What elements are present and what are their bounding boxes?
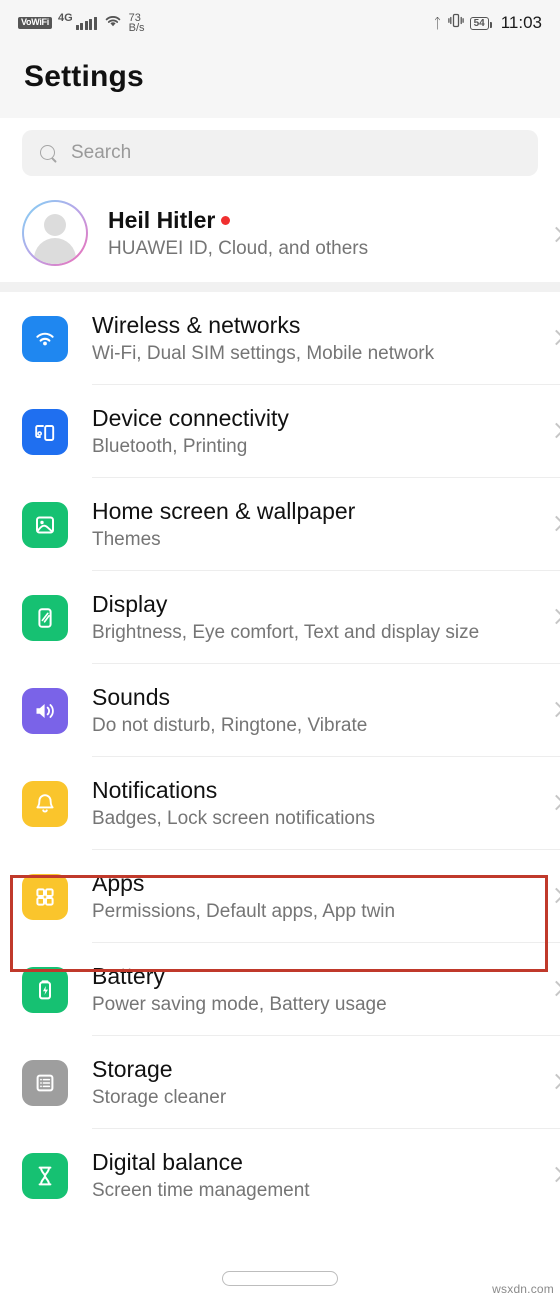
list-item-subtitle: Wi-Fi, Dual SIM settings, Mobile network [92, 342, 435, 364]
vowifi-icon: VoWiFi [18, 17, 52, 29]
list-item[interactable]: Notifications Badges, Lock screen notific… [0, 757, 560, 850]
list-item-subtitle: Power saving mode, Battery usage [92, 993, 387, 1015]
wifi-icon [22, 315, 68, 362]
speaker-icon [22, 687, 68, 734]
list-item-title: Wireless & networks [92, 311, 301, 338]
settings-screen: VoWiFi 4G 73 B/s ᛏ 54 11:03 Settings Sea… [0, 0, 560, 1300]
data-speed-unit: B/s [128, 22, 145, 34]
list-item-body: Sounds Do not disturb, Ringtone, Vibrate [92, 664, 560, 757]
list-item-title: Device connectivity [92, 404, 289, 431]
list-item-body: Storage Storage cleaner [92, 1036, 560, 1129]
battery-icon: 54 [469, 16, 492, 30]
vibrate-icon [447, 13, 464, 33]
list-item[interactable]: Device connectivity Bluetooth, Printing [0, 385, 560, 478]
list-item-subtitle: Screen time management [92, 1180, 310, 1201]
list-item[interactable]: Sounds Do not disturb, Ringtone, Vibrate [0, 664, 560, 757]
header: Settings [0, 46, 560, 118]
list-item-subtitle: Permissions, Default apps, App twin [92, 900, 396, 922]
list-item-body: Digital balance Screen time management [92, 1129, 560, 1222]
list-item-body: Home screen & wallpaper Themes [92, 478, 560, 571]
search-input[interactable]: Search [22, 130, 538, 176]
list-item-title: Home screen & wallpaper [92, 497, 356, 524]
storage-list-icon [22, 1059, 68, 1106]
list-item-body: Notifications Badges, Lock screen notific… [92, 757, 560, 850]
battery-icon [22, 966, 68, 1013]
signal-bars-icon [75, 16, 97, 30]
search-container: Search [0, 118, 560, 190]
list-item[interactable]: Display Brightness, Eye comfort, Text and… [0, 571, 560, 664]
search-placeholder: Search [71, 142, 132, 163]
search-icon [40, 144, 57, 162]
status-bar-left: VoWiFi 4G 73 B/s [18, 12, 145, 34]
status-bar-right: ᛏ 54 11:03 [433, 13, 542, 33]
list-item-body: Wireless & networks Wi-Fi, Dual SIM setti… [92, 292, 560, 385]
list-item-subtitle: Do not disturb, Ringtone, Vibrate [92, 714, 368, 736]
page-title: Settings [24, 60, 144, 93]
hourglass-icon [22, 1152, 68, 1199]
phone-display-icon [22, 594, 68, 641]
avatar-placeholder-icon [24, 202, 86, 264]
section-divider [0, 282, 560, 292]
settings-list: Wireless & networks Wi-Fi, Dual SIM setti… [0, 292, 560, 1222]
home-gesture-pill[interactable] [222, 1270, 338, 1286]
list-item-subtitle: Themes [92, 528, 161, 550]
profile-text: Heil Hitler HUAWEI ID, Cloud, and others [108, 207, 368, 260]
list-item-title: Display [92, 590, 168, 617]
list-item-title: Sounds [92, 683, 171, 710]
grid-apps-icon [22, 873, 68, 920]
navigation-bar: wsxdn.com [0, 1256, 560, 1300]
list-item-body: Apps Permissions, Default apps, App twin [92, 850, 560, 943]
profile-subtitle: HUAWEI ID, Cloud, and others [108, 237, 369, 259]
list-item-body: Display Brightness, Eye comfort, Text and… [92, 571, 560, 664]
network-type-label: 4G [57, 12, 73, 24]
list-item[interactable]: Digital balance Screen time management [0, 1129, 560, 1222]
list-item-title: Apps [92, 869, 145, 896]
wifi-icon [103, 13, 123, 34]
clock-label: 11:03 [500, 13, 542, 32]
profile-name-wrap: Heil Hitler [108, 207, 368, 234]
list-item[interactable]: Apps Permissions, Default apps, App twin [0, 850, 560, 943]
list-item[interactable]: Home screen & wallpaper Themes [0, 478, 560, 571]
profile-name: Heil Hitler [108, 206, 216, 233]
bell-icon [22, 780, 68, 827]
list-item-title: Digital balance [92, 1149, 243, 1175]
device-connectivity-icon [22, 408, 68, 455]
chevron-right-icon [548, 226, 560, 243]
list-item-subtitle: Brightness, Eye comfort, Text and displa… [92, 621, 480, 643]
list-item-title: Notifications [92, 776, 218, 803]
list-item-body: Device connectivity Bluetooth, Printing [92, 385, 560, 478]
list-item-subtitle: Bluetooth, Printing [92, 435, 248, 457]
list-item[interactable]: Battery Power saving mode, Battery usage [0, 943, 560, 1036]
status-bar: VoWiFi 4G 73 B/s ᛏ 54 11:03 [0, 0, 560, 46]
watermark: wsxdn.com [492, 1282, 554, 1296]
list-item-subtitle: Storage cleaner [92, 1086, 227, 1108]
list-item[interactable]: Storage Storage cleaner [0, 1036, 560, 1129]
list-item-body: Battery Power saving mode, Battery usage [92, 943, 560, 1036]
data-speed-indicator: 73 B/s [128, 13, 145, 34]
list-item[interactable]: Wireless & networks Wi-Fi, Dual SIM setti… [0, 292, 560, 385]
image-icon [22, 501, 68, 548]
profile-row[interactable]: Heil Hitler HUAWEI ID, Cloud, and others [0, 190, 560, 282]
list-item-title: Storage [92, 1055, 173, 1082]
list-item-title: Battery [92, 962, 165, 989]
list-item-subtitle: Badges, Lock screen notifications [92, 807, 376, 829]
status-badge [221, 215, 231, 225]
avatar[interactable] [22, 200, 88, 266]
bluetooth-icon: ᛏ [433, 15, 442, 31]
